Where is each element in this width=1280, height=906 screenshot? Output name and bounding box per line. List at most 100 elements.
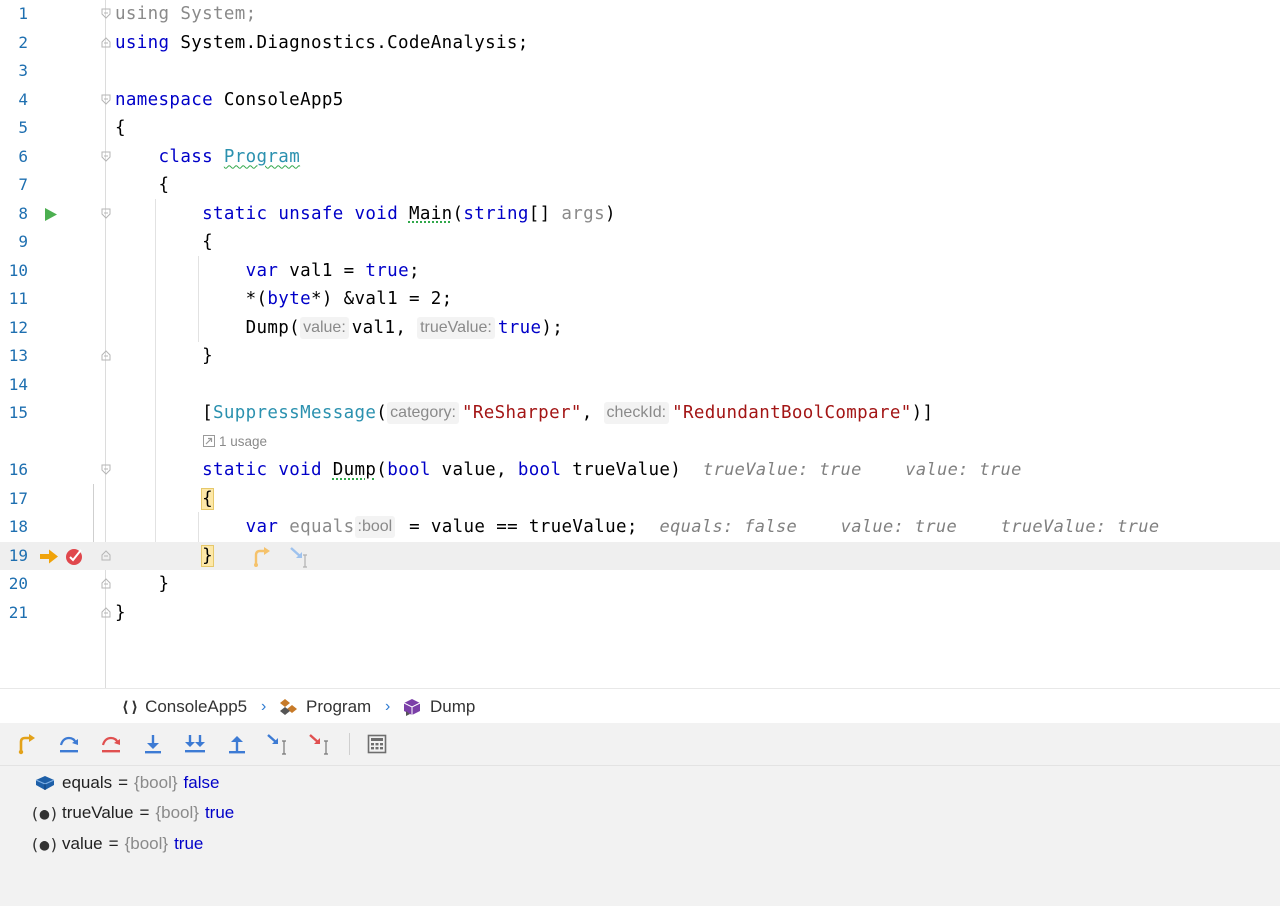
line-number: 13 <box>8 346 28 365</box>
usages-lens[interactable]: 1 usage <box>203 434 267 449</box>
fold-start-icon[interactable] <box>101 8 111 19</box>
variable-row[interactable]: (●) trueValue = {bool} true <box>30 799 234 827</box>
breadcrumb: ⟨⟩ ConsoleApp5 › Program › Dump <box>0 688 1280 724</box>
line-number: 9 <box>18 232 28 251</box>
line-number: 2 <box>18 32 28 52</box>
code-line-20[interactable]: 20 } <box>0 570 1280 599</box>
code-line-18[interactable]: 18 var equals:bool = value == trueValue;… <box>0 513 1280 542</box>
breadcrumb-separator: › <box>385 698 391 715</box>
fold-start-icon[interactable] <box>101 464 111 475</box>
inline-debug-value: equals: false <box>659 517 798 537</box>
step-over-icon <box>59 736 78 753</box>
variable-equals: = <box>139 803 150 822</box>
code-text: class Program <box>158 146 301 167</box>
breadcrumb-label: ConsoleApp5 <box>145 697 248 716</box>
fold-end-icon[interactable] <box>101 578 111 589</box>
run-icon[interactable] <box>44 207 58 222</box>
line-number: 17 <box>8 488 28 508</box>
force-step-over-button[interactable] <box>98 731 124 757</box>
code-line-11[interactable]: 11 *(byte*) &val1 = 2; <box>0 285 1280 314</box>
line-number: 5 <box>18 118 28 137</box>
fold-end-icon[interactable] <box>101 36 111 48</box>
show-execution-point-icon <box>18 734 35 755</box>
force-run-to-cursor-button[interactable] <box>308 731 334 757</box>
fold-start-icon[interactable] <box>101 151 111 162</box>
breadcrumb-item-method[interactable]: Dump <box>402 689 475 725</box>
code-line-10[interactable]: 10 var val1 = true; <box>0 257 1280 286</box>
inline-debug-value: trueValue: true <box>702 460 862 480</box>
code-text: *(byte*) &val1 = 2; <box>245 289 453 309</box>
method-icon <box>403 699 421 716</box>
variable-row[interactable]: equals = {bool} false <box>34 769 219 797</box>
parameter-hint: value: <box>300 316 349 339</box>
variable-row[interactable]: (●) value = {bool} true <box>30 830 203 858</box>
fold-start-icon[interactable] <box>101 208 111 219</box>
code-line-21[interactable]: 21 } <box>0 599 1280 628</box>
code-line-9[interactable]: 9 { <box>0 228 1280 257</box>
code-line-4[interactable]: 4 namespace ConsoleApp5 <box>0 86 1280 115</box>
code-line-16[interactable]: 16 static void Dump(bool value, bool tru… <box>0 456 1280 485</box>
run-to-cursor-hint-icon[interactable] <box>288 545 316 569</box>
inline-debug-value: trueValue: true <box>1000 517 1160 537</box>
fold-end-icon[interactable] <box>101 350 111 361</box>
line-number: 18 <box>8 517 28 536</box>
code-text: { <box>202 232 213 252</box>
line-number: 16 <box>8 460 28 479</box>
breadcrumb-item-class[interactable]: Program <box>278 689 371 725</box>
parameter-icon: (●) <box>30 834 59 854</box>
code-line-19-current[interactable]: 19 } <box>0 541 1280 570</box>
breadcrumb-item-namespace[interactable]: ⟨⟩ ConsoleApp5 <box>121 689 247 725</box>
code-line-1[interactable]: 1 using System; <box>0 0 1280 29</box>
line-number: 1 <box>18 4 28 23</box>
show-execution-point-button[interactable] <box>14 731 40 757</box>
code-line-15[interactable]: 15 [SuppressMessage(category: "ReSharper"… <box>0 399 1280 428</box>
variable-name: equals <box>62 773 113 792</box>
debugger-toolbar <box>0 723 1280 766</box>
line-number: 20 <box>8 574 28 593</box>
parameter-hint: trueValue: <box>417 316 495 339</box>
breadcrumb-label: Program <box>306 697 372 716</box>
breakpoint-icon[interactable] <box>65 547 84 566</box>
code-line-14[interactable]: 14 <box>0 371 1280 400</box>
step-into-icon <box>145 735 161 754</box>
force-run-to-cursor-icon <box>309 734 328 755</box>
usage-count: 1 usage <box>219 434 268 449</box>
code-text: } <box>158 574 170 594</box>
line-number: 21 <box>8 602 28 622</box>
line-number: 8 <box>18 203 28 223</box>
code-line-7[interactable]: 7 { <box>0 171 1280 200</box>
usage-arrow-icon <box>203 435 215 447</box>
step-over-button[interactable] <box>56 731 82 757</box>
code-line-3[interactable]: 3 <box>0 57 1280 86</box>
variable-value: false <box>183 773 220 792</box>
step-over-hint-icon[interactable] <box>251 546 273 568</box>
code-line-5[interactable]: 5 { <box>0 114 1280 143</box>
line-number: 15 <box>8 403 28 422</box>
code-line-6[interactable]: 6 class Program <box>0 143 1280 172</box>
line-number: 10 <box>8 260 28 280</box>
execution-point-arrow-icon <box>40 549 58 563</box>
type-hint: :bool <box>354 516 396 538</box>
code-line-12[interactable]: 12 Dump(value: val1, trueValue: true); <box>0 314 1280 343</box>
fold-start-icon[interactable] <box>101 94 111 105</box>
step-into-button[interactable] <box>140 731 166 757</box>
run-to-cursor-button[interactable] <box>266 731 292 757</box>
code-text: using System.Diagnostics.CodeAnalysis; <box>115 32 529 53</box>
fold-end-icon[interactable] <box>101 549 111 561</box>
evaluate-expression-button[interactable] <box>364 731 390 757</box>
code-text: } <box>202 346 213 366</box>
code-line-2[interactable]: 2 using System.Diagnostics.CodeAnalysis; <box>0 29 1280 58</box>
code-line-8[interactable]: 8 static unsafe void Main(string[] args) <box>0 200 1280 229</box>
line-number: 6 <box>18 146 28 166</box>
code-line-13[interactable]: 13 } <box>0 342 1280 371</box>
variable-type: {bool} <box>124 834 169 853</box>
force-step-into-button[interactable] <box>182 731 208 757</box>
code-text: var val1 = true; <box>245 260 420 281</box>
code-text: Dump(value: val1, trueValue: true); <box>245 316 564 339</box>
step-out-icon <box>229 736 245 754</box>
code-line-17[interactable]: 17 { <box>0 485 1280 514</box>
line-number: 7 <box>18 175 28 194</box>
step-out-button[interactable] <box>224 731 250 757</box>
code-editor[interactable]: 1 using System; 2 using System.Diagnosti… <box>0 0 1280 688</box>
fold-end-icon[interactable] <box>101 606 111 618</box>
